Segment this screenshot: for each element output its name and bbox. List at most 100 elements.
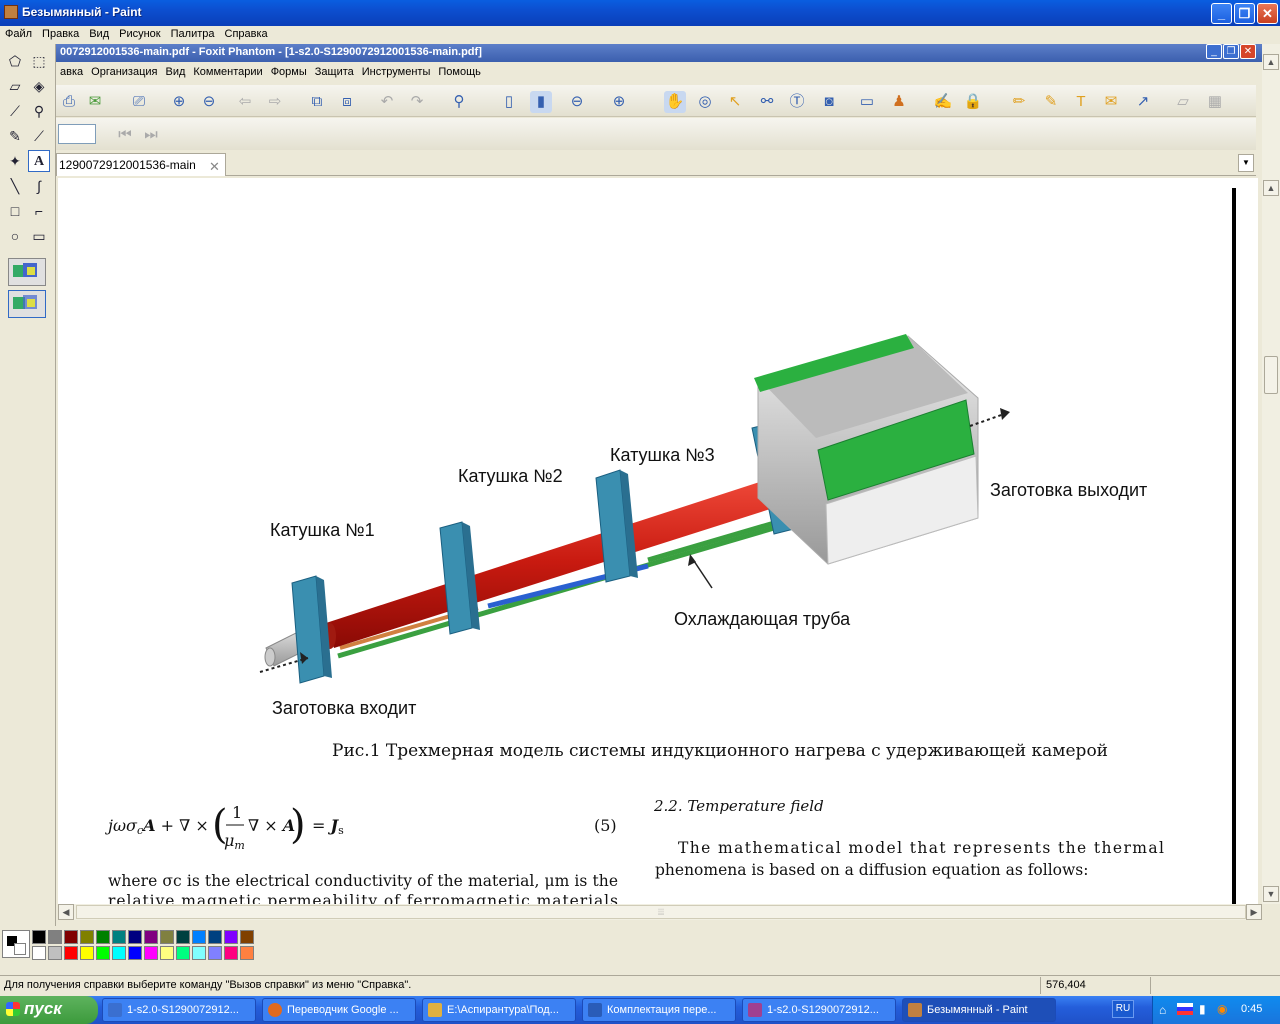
color-picker-icon[interactable]: ⟋ (4, 100, 26, 122)
tab-dropdown-icon[interactable]: ▼ (1238, 154, 1254, 172)
horizontal-scroll-thumb[interactable]: ⦙⦙⦙ (76, 905, 1246, 919)
palette-swatch[interactable] (192, 930, 206, 944)
foxit-menu-help[interactable]: Помощь (434, 63, 485, 81)
print-icon[interactable]: ⎙ (58, 91, 80, 113)
palette-swatch[interactable] (48, 946, 62, 960)
first-page-icon[interactable]: ⏮ (114, 124, 136, 146)
last-page-icon[interactable]: ⏭ (140, 124, 162, 146)
language-indicator[interactable]: RU (1112, 1000, 1134, 1018)
palette-swatch[interactable] (144, 946, 158, 960)
task-item-5[interactable]: 1-s2.0-S1290072912... (742, 998, 896, 1022)
comment-icon[interactable]: ✉ (1100, 91, 1122, 113)
task-item-3[interactable]: E:\Аспирантура\Под... (422, 998, 576, 1022)
palette-swatch[interactable] (176, 946, 190, 960)
polygon-icon[interactable]: ⌐ (28, 200, 50, 222)
close-button[interactable]: ✕ (1257, 3, 1278, 24)
signal-icon[interactable]: ▮ (1199, 1002, 1206, 1016)
eraser-icon[interactable]: ▱ (4, 75, 26, 97)
line-icon[interactable]: ╲ (4, 175, 26, 197)
palette-swatch[interactable] (112, 930, 126, 944)
palette-swatch[interactable] (224, 946, 238, 960)
page-icon[interactable]: ▱ (1172, 91, 1194, 113)
palette-swatch[interactable] (208, 946, 222, 960)
select-icon[interactable]: ↖ (724, 91, 746, 113)
network-icon[interactable]: ⌂ (1159, 1003, 1166, 1017)
opera-icon[interactable]: ◉ (1217, 1002, 1227, 1016)
foxit-menu-organize[interactable]: Организация (87, 63, 161, 81)
zoom-in-icon[interactable]: ⊕ (608, 91, 630, 113)
palette-swatch[interactable] (112, 946, 126, 960)
palette-swatch[interactable] (64, 930, 78, 944)
palette-swatch[interactable] (96, 946, 110, 960)
palette-swatch[interactable] (48, 930, 62, 944)
foxit-menu-protect[interactable]: Защита (311, 63, 358, 81)
lock-icon[interactable]: 🔒 (962, 91, 984, 113)
pdf-viewport[interactable]: Катушка №1 Катушка №2 Катушка №3 Заготов… (58, 178, 1258, 904)
hand-tool-icon[interactable]: ✋ (664, 91, 686, 113)
minimize-button[interactable]: _ (1211, 3, 1232, 24)
background-color[interactable] (14, 943, 26, 955)
stamp-icon[interactable]: ♟ (888, 91, 910, 113)
redo-icon[interactable]: ↷ (406, 91, 428, 113)
fill-icon[interactable]: ◈ (28, 75, 50, 97)
arrow-tool-icon[interactable]: ↗ (1132, 91, 1154, 113)
palette-swatch[interactable] (240, 930, 254, 944)
palette-swatch[interactable] (32, 946, 46, 960)
menu-image[interactable]: Рисунок (114, 26, 166, 42)
paint-scroll-up-icon[interactable]: ▲ (1263, 54, 1279, 70)
foxit-minimize-button[interactable]: _ (1206, 44, 1222, 59)
curve-icon[interactable]: ∫ (28, 175, 50, 197)
palette-swatch[interactable] (160, 930, 174, 944)
grid-icon[interactable]: ▦ (1204, 91, 1226, 113)
foxit-restore-button[interactable]: ❐ (1223, 44, 1239, 59)
palette-swatch[interactable] (208, 930, 222, 944)
rectangle-icon[interactable]: □ (4, 200, 26, 222)
current-colors[interactable] (2, 930, 30, 958)
text-tool-icon[interactable]: A (28, 150, 50, 172)
foxit-menu-view[interactable]: Вид (161, 63, 189, 81)
textbox-icon[interactable]: T (1070, 91, 1092, 113)
zoom-icon[interactable]: ⚲ (448, 91, 470, 113)
next-page-icon[interactable]: ⊖ (198, 91, 220, 113)
maximize-button[interactable]: ❐ (1234, 3, 1255, 24)
loupe-icon[interactable]: ◎ (694, 91, 716, 113)
menu-help[interactable]: Справка (220, 26, 273, 42)
magnifier-icon[interactable]: ⚲ (28, 100, 50, 122)
start-button[interactable]: пуск (0, 996, 98, 1024)
prev-page-icon[interactable]: ⊕ (168, 91, 190, 113)
palette-swatch[interactable] (64, 946, 78, 960)
foxit-close-button[interactable]: ✕ (1240, 44, 1256, 59)
ellipse-icon[interactable]: ○ (4, 225, 26, 247)
palette-swatch[interactable] (224, 930, 238, 944)
foxit-menu-forms[interactable]: Формы (267, 63, 311, 81)
free-select-icon[interactable]: ⬠ (4, 50, 26, 72)
menu-file[interactable]: Файл (0, 26, 37, 42)
palette-swatch[interactable] (192, 946, 206, 960)
undo-icon[interactable]: ↶ (376, 91, 398, 113)
scroll-up-icon[interactable]: ▲ (1263, 180, 1279, 196)
palette-swatch[interactable] (128, 930, 142, 944)
typewriter-icon[interactable]: ▭ (856, 91, 878, 113)
menu-view[interactable]: Вид (84, 26, 114, 42)
scroll-left-icon[interactable]: ◀ (58, 904, 74, 920)
edit-icon[interactable]: ✏ (1008, 91, 1030, 113)
foxit-menu-tools[interactable]: Инструменты (358, 63, 435, 81)
rounded-rect-icon[interactable]: ▭ (28, 225, 50, 247)
scan-icon[interactable]: ⎚ (128, 91, 150, 113)
tab-close-icon[interactable]: ✕ (209, 159, 220, 175)
document-tab[interactable]: 1290072912001536-main ✕ (56, 153, 226, 176)
brush-icon[interactable]: ⟋ (28, 125, 50, 147)
text-select-icon[interactable]: Ⓣ (786, 91, 808, 113)
fit-width-icon[interactable]: ▮ (530, 91, 552, 113)
insert-icon[interactable]: ⧈ (336, 91, 358, 113)
scroll-right-icon[interactable]: ▶ (1246, 904, 1262, 920)
foxit-menu-comments[interactable]: Комментарии (189, 63, 266, 81)
page-number-input[interactable] (58, 124, 96, 144)
vertical-scrollbar[interactable]: ▲ ▼ (1262, 178, 1280, 904)
zoom-out-icon[interactable]: ⊖ (566, 91, 588, 113)
task-item-4[interactable]: Комплектация пере... (582, 998, 736, 1022)
task-item-6[interactable]: Безымянный - Paint (902, 998, 1056, 1022)
transparent-mode-icon[interactable] (8, 290, 46, 318)
task-item-1[interactable]: 1-s2.0-S1290072912... (102, 998, 256, 1022)
menu-edit[interactable]: Правка (37, 26, 84, 42)
